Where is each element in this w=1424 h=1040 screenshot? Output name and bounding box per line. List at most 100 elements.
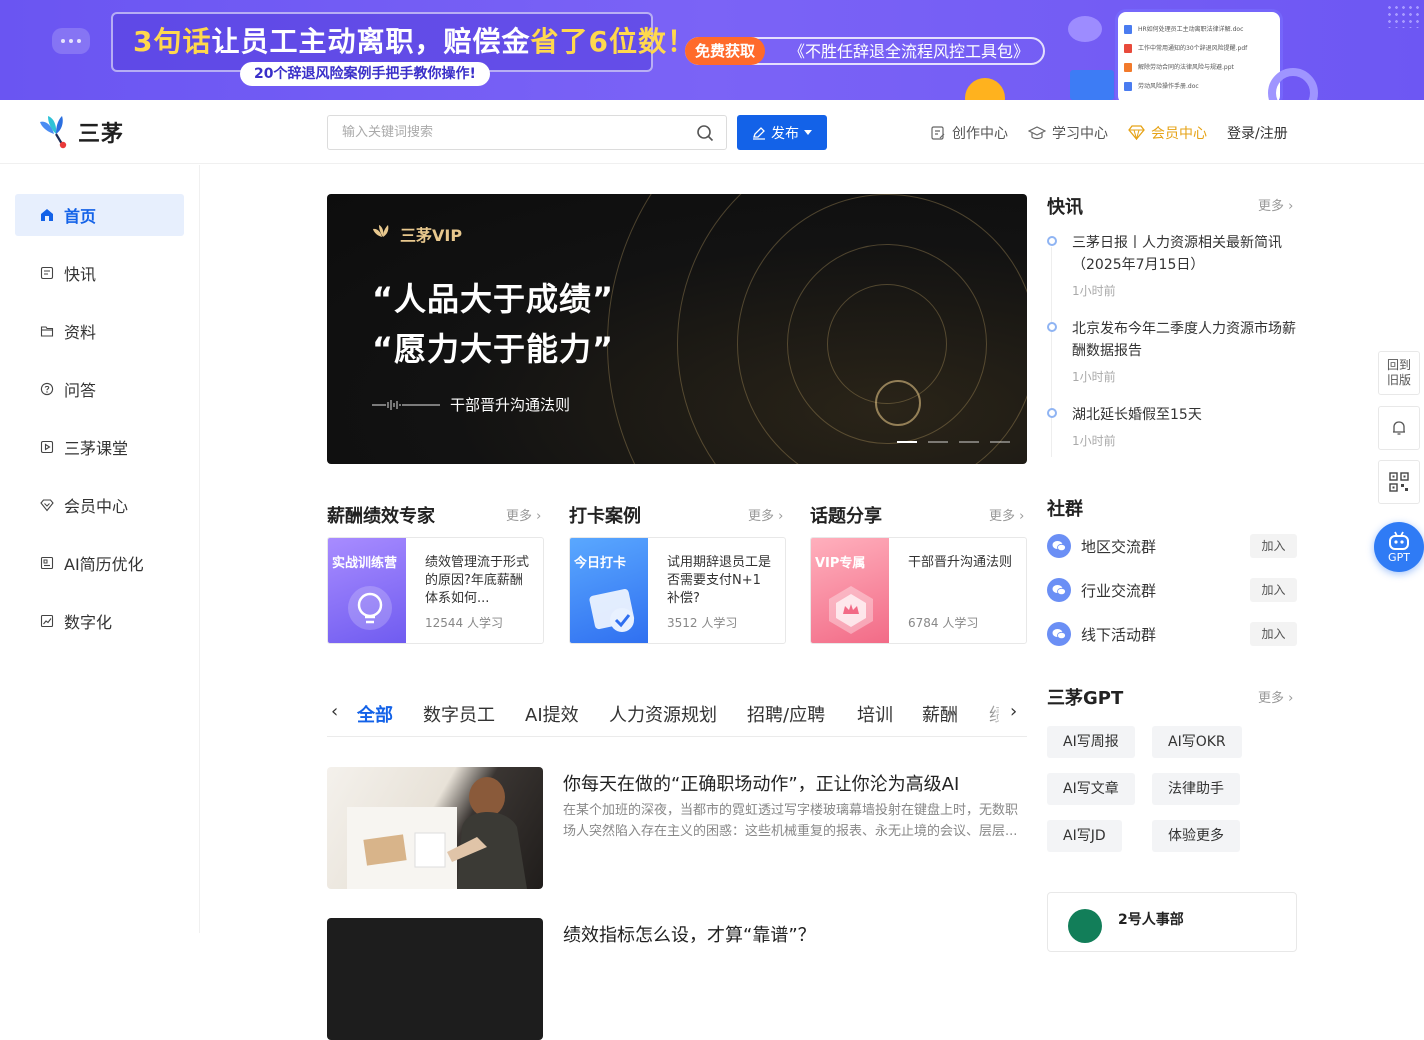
tab-salary[interactable]: 薪酬 [922,701,958,727]
chart-icon [40,614,54,628]
article-description: 在某个加班的深夜，当都市的霓虹透过写字楼玻璃幕墙投射在键盘上时，无数职场人突然陷… [563,803,1019,839]
nav-vip-center[interactable]: 会员中心 [1128,123,1207,143]
course-card[interactable]: VIP专属 干部晋升沟通法则 6784 人学习 [810,537,1027,644]
tabs-prev-arrow[interactable]: ‹ [331,701,338,722]
community-group: 行业交流群 加入 [1047,578,1297,602]
left-sidebar: 首页 快讯 资料 问答 三茅课堂 会员中心 AI简历优化 数字化 [0,165,200,933]
notification-button[interactable] [1378,406,1420,450]
gpt-section-title: 三茅GPT [1047,688,1124,709]
carousel-dot[interactable] [990,441,1010,443]
wechat-icon [1047,534,1071,558]
sidebar-item-label: 数字化 [64,613,113,632]
ad-headline-highlight: 省了6位数！ [530,25,696,58]
more-link[interactable]: 更多 › [506,505,541,524]
sidebar-item-ai-resume[interactable]: AI简历优化 [15,542,184,584]
promo-card[interactable]: 2号人事部 [1047,892,1297,952]
join-button[interactable]: 加入 [1250,622,1297,646]
site-logo[interactable]: 三茅 [38,113,124,151]
sidebar-item-news[interactable]: 快讯 [15,252,184,294]
community-section-title: 社群 [1047,499,1083,520]
more-link[interactable]: 更多 › [748,505,783,524]
graduation-cap-icon [1028,125,1046,139]
more-label: 更多 [748,509,775,524]
play-icon [40,440,54,454]
tab-all[interactable]: 全部 [357,701,393,727]
nav-learning-center[interactable]: 学习中心 [1028,123,1108,143]
gpt-tool-okr[interactable]: AI写OKR [1152,726,1242,758]
search-input[interactable] [328,116,668,149]
wechat-icon [1047,578,1071,602]
resume-icon [40,556,54,570]
news-item-title[interactable]: 三茅日报丨人力资源相关最新简讯（2025年7月15日） [1072,232,1300,276]
hero-course: 干部晋升沟通法则 [372,394,570,415]
ad-headline: 3句话让员工主动离职，赔偿金省了6位数！ [133,20,696,60]
carousel-dot[interactable] [897,441,917,443]
gpt-float-button[interactable]: GPT [1374,522,1424,572]
gpt-tool-article[interactable]: AI写文章 [1047,773,1135,805]
news-item-title[interactable]: 北京发布今年二季度人力资源市场薪酬数据报告 [1072,318,1300,362]
carousel-dot[interactable] [959,441,979,443]
ad-doc-item: 解除劳动合同的法律风险与规避.ppt [1118,58,1280,77]
sidebar-item-classroom[interactable]: 三茅课堂 [15,426,184,468]
bell-icon [1393,421,1405,435]
sidebar-item-vip[interactable]: 会员中心 [15,484,184,526]
qrcode-button[interactable] [1378,460,1420,504]
tabs-next-arrow[interactable]: › [1010,701,1017,722]
tab-recruitment[interactable]: 招聘/应聘 [747,701,825,727]
login-register-link[interactable]: 登录/注册 [1227,123,1288,143]
robot-icon [1389,531,1409,550]
course-card[interactable]: 实战训练营 绩效管理流于形式的原因?年底薪酬体系如何... 12544 人学习 [327,537,544,644]
tab-ai-efficiency[interactable]: AI提效 [525,701,579,727]
course-card[interactable]: 今日打卡 试用期辞退员工是否需要支付N+1 补偿? 3512 人学习 [569,537,786,644]
gpt-tool-jd[interactable]: AI写JD [1047,820,1122,852]
news-section-title: 快讯 [1047,197,1083,218]
more-link[interactable]: 更多 › [1258,195,1293,214]
timeline-dot [1047,322,1057,332]
hero-quote-1: “人品大于成绩” [372,280,615,318]
news-item-title[interactable]: 湖北延长婚假至15天 [1072,404,1300,426]
more-link[interactable]: 更多 › [1258,687,1293,706]
sidebar-item-materials[interactable]: 资料 [15,310,184,352]
header-nav: 创作中心 学习中心 会员中心 登录/注册 [930,115,1288,150]
search-box[interactable] [327,115,727,150]
sound-wave-icon [372,399,440,410]
card-learners: 6784 人学习 [908,616,979,630]
nav-label: 创作中心 [952,125,1008,142]
join-button[interactable]: 加入 [1250,534,1297,558]
nav-creation-center[interactable]: 创作中心 [930,123,1008,143]
article-thumbnail[interactable] [327,767,543,889]
carousel-dot[interactable] [928,441,948,443]
sidebar-item-home[interactable]: 首页 [15,194,184,236]
join-button[interactable]: 加入 [1250,578,1297,602]
sidebar-item-qa[interactable]: 问答 [15,368,184,410]
ad-doc-item: HR如何处理员工主动离职法律详解.doc [1118,20,1280,39]
ad-cta[interactable]: 免费获取 《不胜任辞退全流程风控工具包》 [685,37,1045,65]
sidebar-item-digital[interactable]: 数字化 [15,600,184,642]
timeline-dot [1047,236,1057,246]
news-timeline [1051,247,1052,457]
ad-free-button[interactable]: 免费获取 [685,37,766,65]
card-title: 试用期辞退员工是否需要支付N+1 补偿? [667,555,772,606]
category-tabs: ‹ 全部 数字员工 AI提效 人力资源规划 招聘/应聘 培训 薪酬 绩 › [327,695,1027,737]
top-ad-banner[interactable]: 3句话让员工主动离职，赔偿金省了6位数！ 20个辞退风险案例手把手教你操作! 免… [0,0,1424,100]
gpt-tool-legal-assistant[interactable]: 法律助手 [1152,773,1240,805]
tab-hr-planning[interactable]: 人力资源规划 [609,701,717,727]
publish-button[interactable]: 发布 [737,115,827,150]
more-link[interactable]: 更多 › [989,505,1024,524]
back-to-old-version-button[interactable]: 回到旧版 [1378,351,1420,395]
news-item-time: 1小时前 [1072,284,1116,298]
sidebar-item-label: 会员中心 [64,497,129,516]
hero-carousel[interactable]: 三茅VIP “人品大于成绩” “愿力大于能力” 干部晋升沟通法则 [327,194,1027,464]
article-thumbnail[interactable] [327,918,543,1040]
ad-headline-pre: 3句话 [133,25,212,58]
article-title[interactable]: 你每天在做的“正确职场动作”，正让你沦为高级AI [563,770,959,796]
tab-digital-staff[interactable]: 数字员工 [423,701,495,727]
gpt-tool-weekly-report[interactable]: AI写周报 [1047,726,1135,758]
tab-training[interactable]: 培训 [857,701,893,727]
card-learners: 12544 人学习 [425,616,503,630]
article-title[interactable]: 绩效指标怎么设，才算“靠谱”？ [563,921,816,947]
publish-label: 发布 [771,125,799,142]
gpt-tool-more[interactable]: 体验更多 [1152,820,1240,852]
community-group: 线下活动群 加入 [1047,622,1297,646]
search-icon[interactable] [696,124,714,142]
